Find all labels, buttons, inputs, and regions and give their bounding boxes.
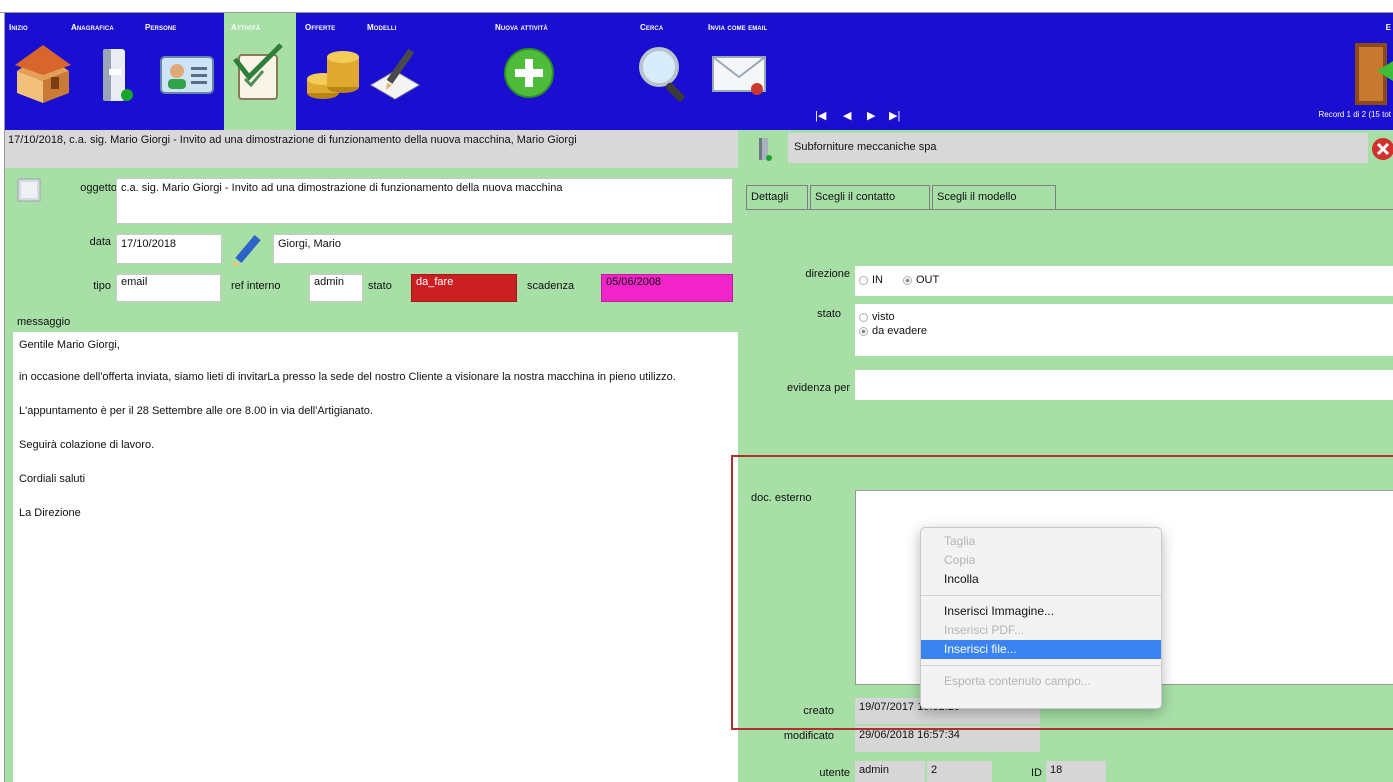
close-icon[interactable] xyxy=(1372,138,1393,160)
coins-icon[interactable] xyxy=(303,41,363,109)
menu-copia: Copia xyxy=(944,553,976,567)
stato-right-label: stato xyxy=(817,308,841,320)
magnifier-icon[interactable] xyxy=(635,41,695,109)
radio-in[interactable] xyxy=(859,275,868,285)
menu-separator xyxy=(921,595,1161,596)
ref-interno-field[interactable]: admin xyxy=(309,274,363,302)
message-paragraph: Gentile Mario Giorgi, xyxy=(19,339,120,351)
stato-field[interactable]: da_fare xyxy=(411,274,517,302)
modificato-label: modificato xyxy=(783,730,834,742)
radio-out[interactable] xyxy=(903,275,912,285)
nav-anagrafica[interactable]: Anagrafica xyxy=(71,23,114,32)
direzione-out-option[interactable]: OUT xyxy=(903,273,939,287)
record-next-button[interactable]: ▶ xyxy=(867,109,875,122)
direzione-label: direzione xyxy=(805,268,850,280)
menu-inserisci-file[interactable]: Inserisci file... xyxy=(921,640,1161,659)
nav-inizio[interactable]: Inizio xyxy=(9,23,28,32)
nav-nuova-attivita[interactable]: Nuova attività xyxy=(495,23,548,32)
nav-attivita[interactable]: Attività xyxy=(231,23,260,32)
stato-evadere-label: da evadere xyxy=(872,325,928,337)
stato-label: stato xyxy=(368,280,392,292)
record-count: Record 1 di 2 (15 tot xyxy=(1318,110,1391,119)
oggetto-field[interactable]: c.a. sig. Mario Giorgi - Invito ad una d… xyxy=(116,178,733,224)
stato-visto-label: visto xyxy=(872,311,895,323)
utente-id-field: 2 xyxy=(927,761,992,782)
add-circle-icon[interactable] xyxy=(499,41,559,109)
data-field[interactable]: 17/10/2018 xyxy=(116,234,222,264)
menu-incolla[interactable]: Incolla xyxy=(921,570,1161,589)
messaggio-label: messaggio xyxy=(17,316,71,328)
message-paragraph: in occasione dell'offerta inviata, siamo… xyxy=(19,371,676,383)
binder-icon[interactable] xyxy=(87,41,147,109)
radio-visto[interactable] xyxy=(859,312,868,322)
envelope-icon[interactable] xyxy=(709,41,769,109)
context-menu: Taglia Copia Incolla Inserisci Immagine.… xyxy=(920,527,1162,709)
scadenza-field[interactable]: 05/06/2008 xyxy=(601,274,733,302)
note-icon[interactable] xyxy=(17,178,41,202)
record-prev-button[interactable]: ◀ xyxy=(843,109,851,122)
stato-evadere-option[interactable]: da evadere xyxy=(859,324,927,338)
direzione-out-label: OUT xyxy=(916,274,940,286)
messaggio-field[interactable]: Gentile Mario Giorgi, in occasione dell'… xyxy=(13,332,738,782)
nav-exit-label[interactable]: E xyxy=(1386,23,1391,32)
pencil-icon[interactable] xyxy=(232,234,266,266)
contact-card-icon[interactable] xyxy=(155,41,215,109)
pencil-paper-icon[interactable] xyxy=(367,41,427,109)
menu-taglia: Taglia xyxy=(944,534,976,548)
record-first-button[interactable]: |◀ xyxy=(815,109,826,122)
message-paragraph: La Direzione xyxy=(19,507,81,519)
direzione-in-label: IN xyxy=(872,274,883,286)
tab-dettagli[interactable]: Dettagli xyxy=(746,185,808,209)
utente-field: admin xyxy=(855,761,925,782)
company-field[interactable]: Subforniture meccaniche spa xyxy=(788,133,1368,163)
stato-radio-group: visto da evadere xyxy=(855,304,1393,356)
nav-offerte[interactable]: Offerte xyxy=(305,23,335,32)
tipo-field[interactable]: email xyxy=(116,274,221,302)
evidenza-label: evidenza per xyxy=(787,382,850,394)
menu-separator xyxy=(921,665,1161,666)
main-toolbar: Inizio Anagrafica Persone Attività Offer… xyxy=(5,13,1393,130)
radio-da-evadere[interactable] xyxy=(859,326,868,336)
menu-inserisci-pdf: Inserisci PDF... xyxy=(944,623,1025,637)
activity-detail-panel: 17/10/2018, c.a. sig. Mario Giorgi - Inv… xyxy=(5,130,738,782)
utente-label: utente xyxy=(819,767,850,779)
tipo-label: tipo xyxy=(93,280,111,292)
message-paragraph: Seguirà colazione di lavoro. xyxy=(19,439,155,451)
id-field: 18 xyxy=(1046,761,1106,782)
record-title: 17/10/2018, c.a. sig. Mario Giorgi - Inv… xyxy=(5,130,738,168)
tab-scegli-modello[interactable]: Scegli il modello xyxy=(932,185,1056,209)
message-paragraph: Cordiali saluti xyxy=(19,473,86,485)
ref-interno-label: ref interno xyxy=(231,280,281,292)
data-label: data xyxy=(89,236,111,248)
direzione-field: IN OUT xyxy=(855,266,1393,296)
stato-visto-option[interactable]: visto xyxy=(859,310,895,324)
exit-door-icon[interactable] xyxy=(1351,41,1393,107)
nav-modelli[interactable]: Modelli xyxy=(367,23,396,32)
oggetto-label: oggetto xyxy=(80,182,117,194)
record-last-button[interactable]: ▶| xyxy=(889,109,900,122)
direzione-in-option[interactable]: IN xyxy=(859,273,883,287)
nav-invia-email[interactable]: Invia come email xyxy=(708,23,767,32)
message-paragraph: L'appuntamento è per il 28 Settembre all… xyxy=(19,405,373,417)
nav-cerca[interactable]: Cerca xyxy=(640,23,663,32)
company-binder-icon xyxy=(759,138,772,161)
app-window: Inizio Anagrafica Persone Attività Offer… xyxy=(0,0,1393,782)
scadenza-label: scadenza xyxy=(527,280,575,292)
contatto-field[interactable]: Giorgi, Mario xyxy=(273,234,733,264)
menu-inserisci-immagine[interactable]: Inserisci Immagine... xyxy=(921,602,1161,621)
tab-scegli-contatto[interactable]: Scegli il contatto xyxy=(810,185,930,209)
id-label: ID xyxy=(1031,767,1042,779)
home-icon[interactable] xyxy=(13,41,73,109)
checklist-icon[interactable] xyxy=(229,41,289,109)
nav-persone[interactable]: Persone xyxy=(145,23,176,32)
menu-esporta-contenuto: Esporta contenuto campo... xyxy=(944,674,1091,688)
evidenza-field[interactable] xyxy=(855,370,1393,400)
